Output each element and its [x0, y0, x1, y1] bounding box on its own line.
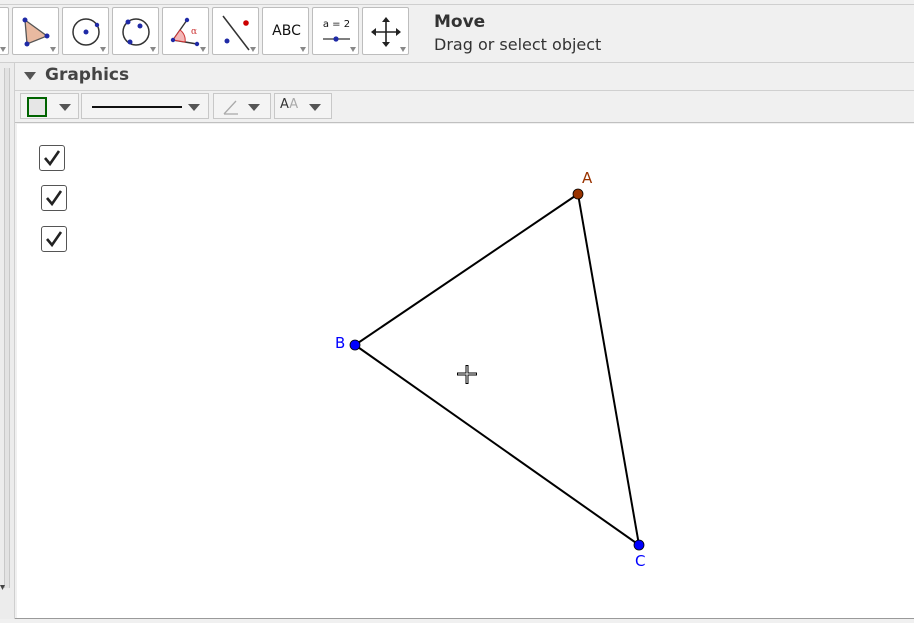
reflect-tool-button[interactable]: [212, 7, 259, 55]
dropdown-indicator-icon: [100, 47, 106, 52]
point-a[interactable]: [572, 188, 584, 200]
circle-center-tool-button[interactable]: [62, 7, 109, 55]
graphics-view-header: Graphics: [15, 63, 914, 91]
move-graphics-view-tool-button[interactable]: [362, 7, 409, 55]
svg-text:α: α: [191, 27, 197, 37]
line-style-icon: [92, 106, 182, 108]
slider-tool-button[interactable]: a = 2: [312, 7, 359, 55]
dropdown-indicator-icon: [0, 47, 6, 52]
dropdown-indicator-icon: [50, 47, 56, 52]
point-c-label: C: [635, 552, 645, 570]
line-style-button[interactable]: [81, 93, 209, 119]
label-style-button[interactable]: AA: [274, 93, 332, 119]
graphics-canvas[interactable]: A B C: [17, 124, 914, 618]
dropdown-indicator-icon: [250, 47, 256, 52]
angle-style-button[interactable]: [213, 93, 271, 119]
point-tool-button[interactable]: [0, 7, 9, 55]
construction-drawing: A B C: [335, 169, 645, 570]
polygon-tool-button[interactable]: [12, 7, 59, 55]
point-b[interactable]: [349, 339, 361, 351]
toolbar-divider: [0, 4, 914, 5]
dropdown-arrow-icon: [309, 104, 321, 111]
move-cursor-icon: [457, 365, 477, 384]
graphics-view-title: Graphics: [45, 65, 130, 85]
point-a-label: A: [582, 169, 593, 187]
angle-tool-button[interactable]: α: [162, 7, 209, 55]
toolbar: α ABC a = 2 Move Drag or select object: [0, 0, 914, 63]
dropdown-indicator-icon: [400, 47, 406, 52]
segment-ab[interactable]: [354, 193, 579, 346]
left-panel-edge: [0, 63, 15, 619]
dropdown-arrow-icon: [188, 104, 200, 111]
dropdown-indicator-icon: [350, 47, 356, 52]
segment-ca[interactable]: [577, 193, 640, 546]
point-b-label: B: [335, 334, 345, 352]
graphics-bottom-border: [15, 618, 914, 619]
dropdown-indicator-icon: [150, 47, 156, 52]
circle-three-points-tool-button[interactable]: [112, 7, 159, 55]
dropdown-arrow-icon: [59, 104, 71, 111]
collapse-caret-icon[interactable]: [24, 72, 36, 80]
graphics-style-bar: AA: [15, 91, 914, 123]
label-style-icon: AA: [280, 97, 299, 112]
dropdown-indicator-icon: [200, 47, 206, 52]
dropdown-indicator-icon: [300, 47, 306, 52]
point-c[interactable]: [633, 539, 645, 551]
color-swatch-icon: [27, 97, 47, 117]
color-style-button[interactable]: [20, 93, 79, 119]
text-tool-icon: ABC: [272, 23, 301, 39]
tool-help-title: Move: [434, 12, 486, 32]
text-tool-button[interactable]: ABC: [262, 7, 309, 55]
tool-help-text: Drag or select object: [434, 35, 602, 54]
dropdown-arrow-icon: [248, 104, 260, 111]
scroll-arrow-icon[interactable]: [0, 63, 14, 619]
angle-style-icon: [223, 100, 238, 115]
segment-bc[interactable]: [354, 344, 640, 546]
